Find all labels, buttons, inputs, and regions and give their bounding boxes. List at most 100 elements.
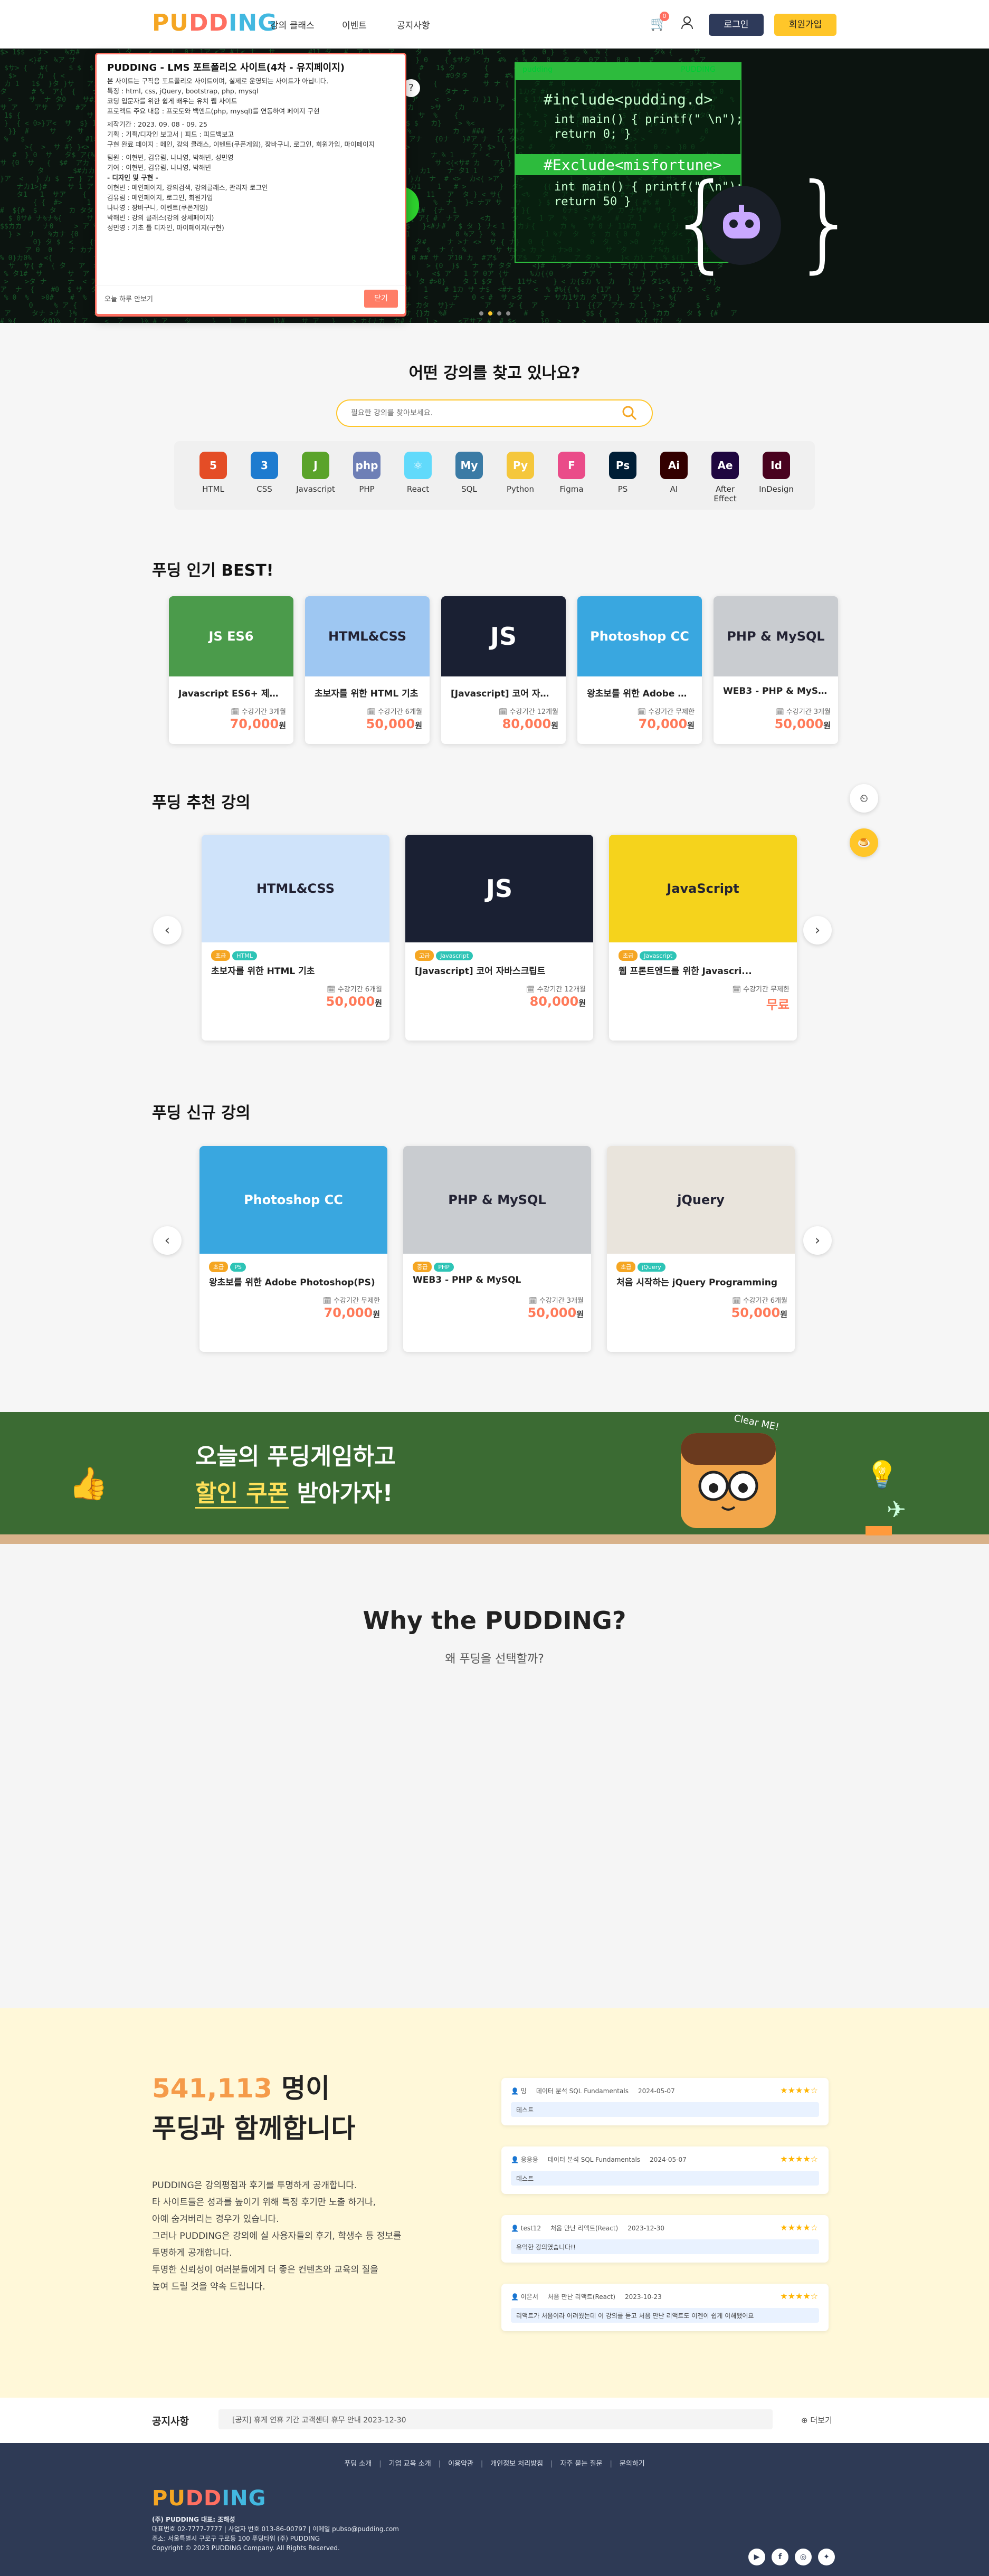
- site-logo[interactable]: PUDDING: [152, 9, 277, 36]
- review-section: 541,113 명이 푸딩과 함께합니다 PUDDING은 강의평점과 후기를 …: [0, 2008, 989, 2398]
- category-css[interactable]: 3 CSS: [243, 452, 286, 494]
- course-title[interactable]: 초보자를 위한 HTML 기초: [315, 686, 420, 699]
- course-card[interactable]: JS 고급 Javascript [Javascript] 코어 자바스크립트 🗓 수강…: [405, 835, 593, 1041]
- category-html[interactable]: 5 HTML: [192, 452, 234, 494]
- css-icon: 3: [251, 452, 278, 479]
- course-price: 50,000원: [775, 717, 831, 731]
- category-ai[interactable]: Ai AI: [653, 452, 695, 494]
- course-title[interactable]: 왕초보를 위한 Adobe Pho...: [587, 686, 692, 699]
- popup-line: 나나영 : 장바구니, 이벤트(쿠폰게임): [107, 203, 394, 213]
- review-user: 이은서: [521, 2293, 538, 2301]
- course-period: 🗓 수강기간 12개월: [499, 706, 558, 716]
- category-ps[interactable]: Ps PS: [602, 452, 644, 494]
- footer-link[interactable]: 문의하기: [620, 2460, 645, 2468]
- course-card[interactable]: JS ES6 Javascript ES6+ 제대로 ... 🗓 수강기간 3개월7…: [169, 596, 293, 744]
- facebook-icon[interactable]: f: [772, 2549, 788, 2565]
- course-card[interactable]: Photoshop CC 초급 PS 왕초보를 위한 Adobe Photoshop(…: [199, 1146, 387, 1352]
- new-next-button[interactable]: ›: [803, 1226, 832, 1255]
- review-course: 데이터 분석 SQL Fundamentals: [536, 2087, 629, 2095]
- course-tag: 초급: [616, 1262, 635, 1272]
- youtube-icon[interactable]: ▶: [748, 2549, 765, 2565]
- scroll-top-button[interactable]: ⏲: [850, 784, 878, 813]
- code-tab: pudding: [522, 65, 553, 74]
- category-php[interactable]: php PHP: [346, 452, 388, 494]
- course-title[interactable]: 웹 프론트엔드를 위한 Javascri...: [619, 963, 787, 977]
- category-figma[interactable]: F Figma: [550, 452, 593, 494]
- footer-link[interactable]: 개인정보 처리방침: [490, 2460, 543, 2468]
- recommend-prev-button[interactable]: ‹: [153, 916, 182, 944]
- user-icon[interactable]: [681, 16, 693, 30]
- category-bar: 5 HTML 3 CSS J Javascript php PHP ⚛ React My SQL Py P…: [174, 441, 815, 510]
- new-prev-button[interactable]: ‹: [153, 1226, 182, 1255]
- course-title[interactable]: 처음 시작하는 jQuery Programming: [616, 1275, 785, 1288]
- review-card[interactable]: 👤 test12 처음 만난 리액트(React) 2023-12-30 ★★★★☆ 유…: [501, 2215, 829, 2263]
- footer-link[interactable]: 푸딩 소개: [344, 2460, 372, 2468]
- instagram-icon[interactable]: ◎: [795, 2549, 812, 2565]
- category-python[interactable]: Py Python: [499, 452, 541, 494]
- review-card[interactable]: 👤 응응응 데이터 분석 SQL Fundamentals 2024-05-07 ★★…: [501, 2146, 829, 2194]
- banner-coupon: 할인 쿠폰: [195, 1480, 289, 1509]
- twitter-icon[interactable]: ✦: [818, 2549, 835, 2565]
- footer-info: (주) PUDDING 대표: 조해성 대표번호 02-7777-7777 | …: [152, 2515, 399, 2553]
- desc-line: PUDDING은 강의평점과 후기를 투명하게 공개합니다.: [152, 2177, 448, 2194]
- category-react[interactable]: ⚛ React: [397, 452, 439, 494]
- review-card[interactable]: 👤 밍 데이터 분석 SQL Fundamentals 2024-05-07 ★★★★…: [501, 2078, 829, 2125]
- notice-more-link[interactable]: ⊕ 더보기: [801, 2415, 832, 2426]
- login-button[interactable]: 로그인: [709, 14, 764, 36]
- course-card[interactable]: JavaScript 초급 Javascript 웹 프론트엔드를 위한 Javasc…: [609, 835, 797, 1041]
- member-count-number: 541,113: [152, 2073, 272, 2104]
- notice-text[interactable]: [공지] 휴게 연휴 기간 고객센터 휴무 안내 2023-12-30: [218, 2409, 773, 2429]
- category-indesign[interactable]: Id InDesign: [755, 452, 797, 494]
- course-card[interactable]: PHP & MySQL WEB3 - PHP & MySQL 🗓 수강기간 3개월 5…: [714, 596, 838, 744]
- course-title[interactable]: WEB3 - PHP & MySQL: [413, 1275, 582, 1285]
- footer-link[interactable]: 기업 교육 소개: [389, 2460, 431, 2468]
- hero-pagination[interactable]: [479, 308, 516, 313]
- footer-link[interactable]: 자주 묻는 질문: [560, 2460, 602, 2468]
- desc-line: 타 사이트들은 성과를 높이기 위해 특정 후기만 노출 하거나,: [152, 2194, 448, 2211]
- why-section: Why the PUDDING? 왜 푸딩을 선택할까?: [0, 1544, 989, 2008]
- avatar-icon: 👤: [511, 2225, 521, 2232]
- course-title[interactable]: 초보자를 위한 HTML 기초: [211, 963, 380, 977]
- search-title: 어떤 강의를 찾고 있나요?: [0, 360, 989, 383]
- course-period-text: 수강기간 12개월: [510, 708, 558, 716]
- review-card[interactable]: 👤 이은서 처음 만난 리액트(React) 2023-10-23 ★★★★☆ 리액트가…: [501, 2284, 829, 2331]
- course-thumbnail: Photoshop CC: [577, 596, 702, 676]
- search-input[interactable]: [351, 407, 604, 419]
- popup-line: 박해빈 : 강의 클래스(강의 상세페이지): [107, 213, 394, 223]
- course-title[interactable]: Javascript ES6+ 제대로 ...: [178, 686, 284, 699]
- category-after-effect[interactable]: Ae After Effect: [704, 452, 746, 503]
- avatar-icon: 👤: [511, 2156, 521, 2163]
- dont-show-today[interactable]: 오늘 하루 안보기: [104, 293, 153, 303]
- course-card[interactable]: HTML&CSS 초보자를 위한 HTML 기초 🗓 수강기간 6개월 50,000원: [305, 596, 430, 744]
- recommend-next-button[interactable]: ›: [803, 916, 832, 944]
- course-card[interactable]: PHP & MySQL 중급 PHP WEB3 - PHP & MySQL 🗓 수강기간…: [403, 1146, 591, 1352]
- search-icon[interactable]: [622, 406, 637, 423]
- course-card[interactable]: HTML&CSS 초급 HTML 초보자를 위한 HTML 기초 🗓 수강기간 6개월 5…: [202, 835, 389, 1041]
- popup-close-button[interactable]: 닫기: [364, 290, 398, 308]
- course-price-unit: 원: [279, 721, 286, 730]
- nav-notice[interactable]: 공지사항: [397, 18, 430, 31]
- nav-event[interactable]: 이벤트: [342, 18, 367, 31]
- course-title[interactable]: WEB3 - PHP & MySQL: [723, 686, 829, 697]
- robot-icon: [702, 186, 781, 265]
- pudding-chat-button[interactable]: 🍮: [850, 828, 878, 857]
- course-card[interactable]: jQuery 초급 jQuery 처음 시작하는 jQuery Programming…: [607, 1146, 795, 1352]
- course-title[interactable]: 왕초보를 위한 Adobe Photoshop(PS): [209, 1275, 378, 1288]
- course-tag: PS: [230, 1263, 246, 1272]
- join-button[interactable]: 회원가입: [774, 14, 836, 36]
- footer-logo[interactable]: PUDDING: [152, 2486, 266, 2511]
- calendar-icon: 🗓: [733, 986, 744, 994]
- course-title[interactable]: [Javascript] 코어 자바스크립트: [415, 963, 584, 977]
- category-sql[interactable]: My SQL: [448, 452, 490, 494]
- course-title[interactable]: [Javascript] 코어 자바...: [451, 686, 556, 699]
- course-card[interactable]: Photoshop CC 왕초보를 위한 Adobe Pho... 🗓 수강기간 무…: [577, 596, 702, 744]
- member-count-unit: 명이: [272, 2073, 330, 2104]
- category-label: Figma: [550, 484, 593, 494]
- footer-link[interactable]: 이용약관: [448, 2460, 473, 2468]
- category-javascript[interactable]: J Javascript: [294, 452, 337, 494]
- course-card[interactable]: JS [Javascript] 코어 자바... 🗓 수강기간 12개월 80,000…: [441, 596, 566, 744]
- course-price-value: 70,000: [324, 1305, 373, 1320]
- course-tags: 중급 PHP: [413, 1261, 456, 1272]
- nav-class[interactable]: 강의 클래스: [270, 18, 315, 31]
- game-banner[interactable]: 오늘의 푸딩게임하고 할인 쿠폰 받아가자! Clear ME! 👍 💡 ✈: [0, 1412, 989, 1544]
